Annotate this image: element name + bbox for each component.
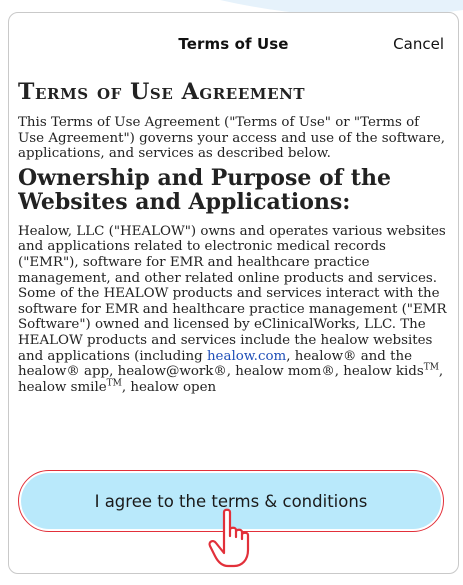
agreement-heading: Terms of Use Agreement: [18, 79, 306, 105]
ownership-text: Healow, LLC ("HEALOW") owns and operates…: [18, 223, 447, 364]
pointing-hand-icon: [208, 508, 250, 568]
intro-paragraph: This Terms of Use Agreement ("Terms of U…: [18, 115, 446, 162]
modal-title: Terms of Use: [178, 35, 289, 53]
modal-header: Terms of Use Cancel: [9, 13, 458, 71]
section-title: Ownership and Purpose of the Websites an…: [18, 164, 391, 215]
ownership-paragraph: Healow, LLC ("HEALOW") owns and operates…: [18, 224, 448, 396]
terms-content[interactable]: Terms of Use Agreement This Terms of Use…: [18, 79, 448, 459]
trademark-mark: TM: [423, 362, 439, 373]
ownership-text-end: , healow open: [121, 379, 217, 395]
healow-link[interactable]: healow.com: [207, 349, 286, 364]
cancel-button[interactable]: Cancel: [393, 35, 444, 53]
trademark-mark: TM: [106, 378, 122, 389]
